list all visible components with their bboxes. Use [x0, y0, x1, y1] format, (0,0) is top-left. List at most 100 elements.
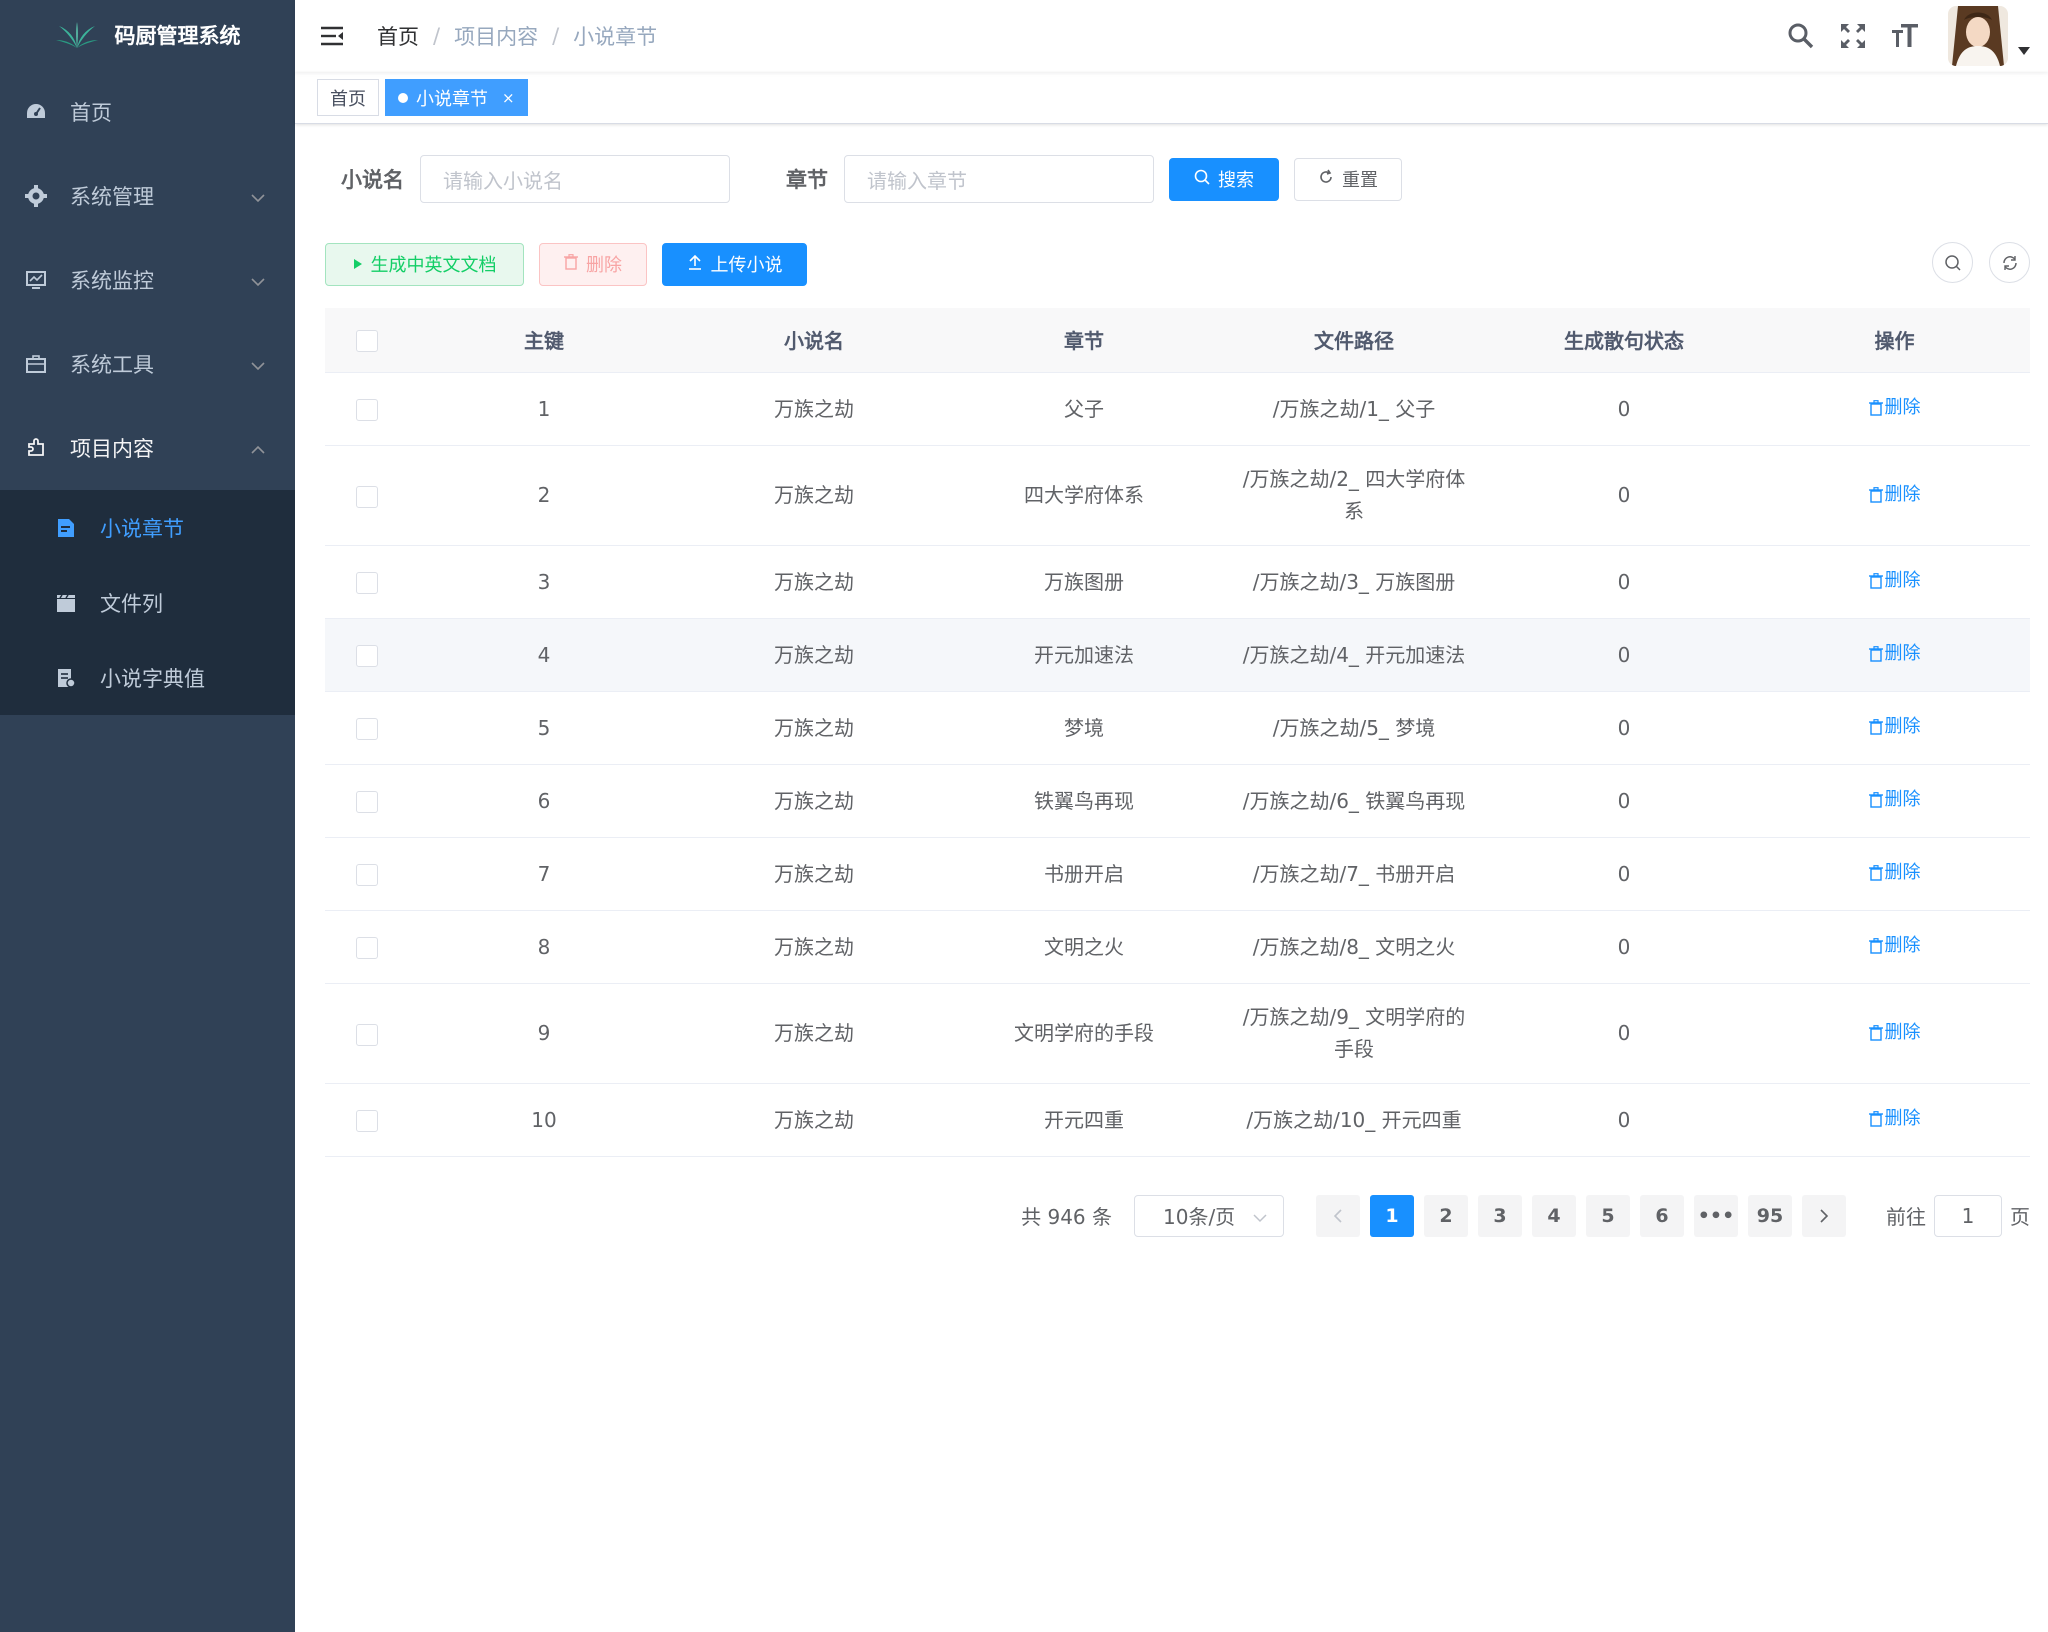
sidebar-item-label: 系统监控: [70, 269, 154, 293]
prev-page-button[interactable]: [1316, 1194, 1360, 1237]
row-delete-link[interactable]: 删除: [1868, 1017, 1921, 1049]
sidebar-item-novel-dictionary[interactable]: 小说字典值: [0, 640, 295, 715]
page-size-select[interactable]: 10条/页: [1134, 1194, 1284, 1237]
cell-path: /万族之劫/7_ 书册开启: [1219, 837, 1489, 911]
toggle-search-button[interactable]: [1932, 242, 1973, 283]
refresh-button[interactable]: [1989, 242, 2030, 283]
table-row[interactable]: 5 万族之劫 梦境 /万族之劫/5_ 梦境 0 删除: [325, 691, 2030, 765]
row-delete-link[interactable]: 删除: [1868, 565, 1921, 597]
table-row[interactable]: 7 万族之劫 书册开启 /万族之劫/7_ 书册开启 0 删除: [325, 837, 2030, 911]
hamburger-icon[interactable]: [319, 23, 345, 49]
next-page-button[interactable]: [1802, 1194, 1846, 1237]
page-number[interactable]: 2: [1424, 1194, 1468, 1237]
cell-status: 0: [1489, 983, 1759, 1084]
cell-novel: 万族之劫: [679, 618, 949, 692]
cell-id: 8: [409, 910, 679, 984]
search-button[interactable]: 搜索: [1169, 157, 1279, 201]
search-icon[interactable]: [1786, 21, 1816, 51]
row-delete-link[interactable]: 删除: [1868, 784, 1921, 816]
row-checkbox[interactable]: [356, 1023, 378, 1046]
sidebar-item-project-content[interactable]: 项目内容: [0, 406, 295, 490]
trash-icon: [1868, 1111, 1883, 1127]
sidebar-item-label: 项目内容: [70, 437, 154, 461]
table-row[interactable]: 1 万族之劫 父子 /万族之劫/1_ 父子 0 删除: [325, 372, 2030, 446]
cell-id: 10: [409, 1083, 679, 1157]
page-ellipsis[interactable]: •••: [1694, 1194, 1738, 1237]
upload-novel-button[interactable]: 上传小说: [662, 242, 807, 286]
row-delete-link[interactable]: 删除: [1868, 479, 1921, 511]
sidebar-item-novel-chapters[interactable]: 小说章节: [0, 490, 295, 565]
table-row[interactable]: 8 万族之劫 文明之火 /万族之劫/8_ 文明之火 0 删除: [325, 910, 2030, 984]
sidebar-item-system-monitor[interactable]: 系统监控: [0, 238, 295, 322]
row-checkbox[interactable]: [356, 937, 378, 959]
cell-status: 0: [1489, 372, 1759, 446]
tag-novel-chapters[interactable]: 小说章节 ×: [385, 79, 528, 116]
table-row[interactable]: 2 万族之劫 四大学府体系 /万族之劫/2_ 四大学府体系 0 删除: [325, 445, 2030, 546]
chapter-input[interactable]: 请输入章节: [844, 155, 1154, 203]
row-checkbox[interactable]: [356, 864, 378, 886]
sidebar-item-file-list[interactable]: 文件列: [0, 565, 295, 640]
row-delete-label: 删除: [1884, 862, 1921, 883]
row-checkbox[interactable]: [356, 791, 378, 813]
page-number[interactable]: 5: [1586, 1194, 1630, 1237]
cell-novel: 万族之劫: [679, 545, 949, 619]
chevron-down-icon: [1253, 1204, 1267, 1228]
batch-delete-button[interactable]: 删除: [539, 242, 647, 286]
cell-id: 2: [409, 445, 679, 546]
row-delete-link[interactable]: 删除: [1868, 711, 1921, 743]
row-delete-link[interactable]: 删除: [1868, 1103, 1921, 1135]
page-number[interactable]: 3: [1478, 1194, 1522, 1237]
sidebar-item-system-tools[interactable]: 系统工具: [0, 322, 295, 406]
cell-path: /万族之劫/4_ 开元加速法: [1219, 618, 1489, 692]
cell-chapter: 开元加速法: [949, 618, 1219, 692]
column-header: 主键: [409, 308, 679, 373]
row-checkbox[interactable]: [356, 572, 378, 594]
novel-name-input[interactable]: 请输入小说名: [420, 155, 730, 203]
trash-icon: [1868, 486, 1883, 503]
trash-icon: [1868, 1024, 1883, 1041]
row-delete-link[interactable]: 删除: [1868, 930, 1921, 962]
select-all-checkbox[interactable]: [356, 330, 378, 352]
reset-button-label: 重置: [1342, 170, 1378, 190]
sidebar-item-label: 小说章节: [100, 516, 184, 541]
table-row[interactable]: 3 万族之劫 万族图册 /万族之劫/3_ 万族图册 0 删除: [325, 545, 2030, 619]
row-delete-label: 删除: [1884, 643, 1921, 664]
table-row[interactable]: 6 万族之劫 铁翼鸟再现 /万族之劫/6_ 铁翼鸟再现 0 删除: [325, 764, 2030, 838]
sidebar-item-label: 文件列: [100, 591, 163, 616]
play-icon: [353, 254, 363, 275]
page-number[interactable]: 1: [1370, 1194, 1414, 1237]
trash-icon: [1868, 865, 1883, 881]
fullscreen-icon[interactable]: [1838, 21, 1868, 51]
page-jump-input[interactable]: 1: [1934, 1194, 2002, 1237]
row-checkbox[interactable]: [356, 485, 378, 508]
sidebar-item-label: 小说字典值: [100, 666, 205, 691]
table-row[interactable]: 10 万族之劫 开元四重 /万族之劫/10_ 开元四重 0 删除: [325, 1083, 2030, 1157]
page-number[interactable]: 95: [1748, 1194, 1792, 1237]
row-checkbox[interactable]: [356, 399, 378, 421]
row-checkbox[interactable]: [356, 718, 378, 740]
logo-icon: [55, 22, 98, 48]
row-delete-link[interactable]: 删除: [1868, 638, 1921, 670]
row-delete-link[interactable]: 删除: [1868, 857, 1921, 889]
breadcrumb-item[interactable]: 首页: [377, 21, 419, 51]
row-checkbox[interactable]: [356, 1110, 378, 1132]
page-number[interactable]: 6: [1640, 1194, 1684, 1237]
table-row[interactable]: 4 万族之劫 开元加速法 /万族之劫/4_ 开元加速法 0 删除: [325, 618, 2030, 692]
reset-button[interactable]: 重置: [1294, 157, 1402, 201]
font-size-icon[interactable]: [1890, 21, 1920, 51]
page-size-value: 10条/页: [1163, 1205, 1236, 1229]
page-number[interactable]: 4: [1532, 1194, 1576, 1237]
sidebar: 码厨管理系统 首页 系统管理 系统监控 系统工具 项目内容 小说章节 文件列 小…: [0, 0, 295, 1632]
tag-home[interactable]: 首页: [317, 79, 379, 116]
caret-down-icon[interactable]: [2018, 40, 2030, 59]
breadcrumb-separator: /: [433, 24, 441, 48]
generate-docs-button[interactable]: 生成中英文文档: [325, 242, 524, 286]
avatar[interactable]: [1948, 6, 2008, 66]
cell-chapter: 开元四重: [949, 1083, 1219, 1157]
row-delete-link[interactable]: 删除: [1868, 392, 1921, 424]
sidebar-item-home[interactable]: 首页: [0, 70, 295, 154]
row-checkbox[interactable]: [356, 645, 378, 667]
close-icon[interactable]: ×: [502, 89, 515, 107]
table-row[interactable]: 9 万族之劫 文明学府的手段 /万族之劫/9_ 文明学府的手段 0 删除: [325, 983, 2030, 1084]
sidebar-item-system-management[interactable]: 系统管理: [0, 154, 295, 238]
